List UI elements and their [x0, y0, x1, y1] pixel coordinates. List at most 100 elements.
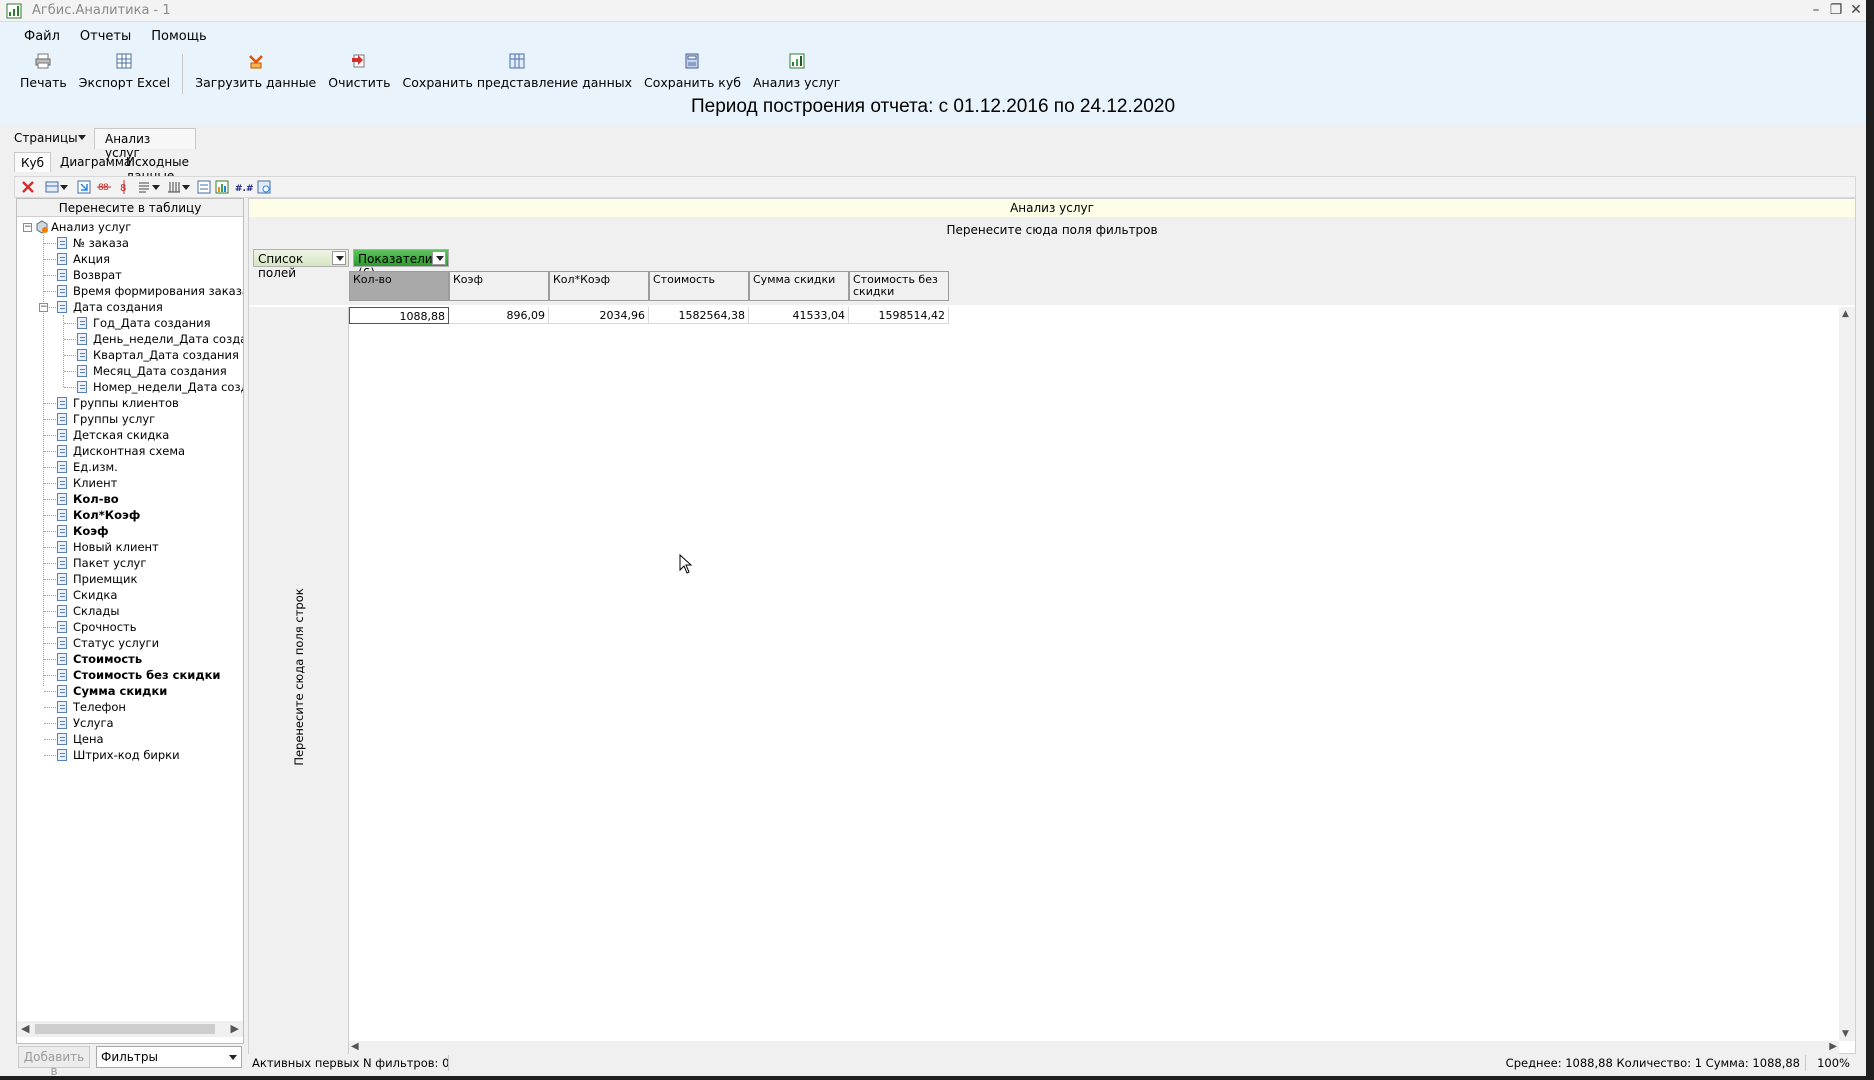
table-cell[interactable]: 1598514,42: [849, 307, 949, 324]
menu-reports[interactable]: Отчеты: [70, 26, 141, 46]
scroll-left-icon[interactable]: ◀: [21, 1022, 29, 1035]
totals-icon[interactable]: [197, 180, 211, 194]
tree-guide-line: [44, 579, 56, 580]
tree-guide-line: [44, 563, 56, 564]
chevron-down-icon: [78, 135, 86, 140]
tree-field-label: Склады: [73, 604, 120, 618]
delete-icon[interactable]: [21, 180, 35, 194]
restore-button[interactable]: ❐: [1826, 1, 1846, 19]
tab-service-analysis[interactable]: Анализ услуг: [94, 128, 196, 160]
scroll-down-icon[interactable]: ▼: [1842, 1029, 1849, 1039]
tree-guide-line: [44, 291, 56, 292]
save-view-button[interactable]: Сохранить представление данных: [397, 50, 638, 90]
pivot-grid: Анализ услуг Перенесите сюда поля фильтр…: [248, 198, 1856, 1055]
clear-button[interactable]: Очистить: [322, 50, 396, 90]
chevron-down-icon[interactable]: [151, 180, 161, 194]
collapse-date-toggle[interactable]: −: [39, 303, 48, 312]
field-list-hscroll[interactable]: ◀ ▶: [17, 1021, 243, 1037]
tree-guide-line: [63, 315, 64, 387]
load-data-button[interactable]: Загрузить данные: [189, 50, 322, 90]
excel-export-icon: [116, 53, 132, 69]
tree-guide-line: [64, 387, 76, 388]
tree-guide-line: [44, 691, 56, 692]
tree-field-label: Приемщик: [73, 572, 138, 586]
field-icon: [57, 701, 67, 713]
field-icon: [57, 573, 67, 585]
close-window-button[interactable]: ✕: [1846, 1, 1866, 19]
tab-source-data[interactable]: Исходные данные: [120, 152, 195, 183]
column-header[interactable]: Кол*Коэф: [549, 271, 649, 301]
field-icon: [57, 717, 67, 729]
table-cell[interactable]: 1088,88: [349, 307, 449, 324]
grid-hscroll[interactable]: ◀ ▶: [349, 1041, 1839, 1055]
print-button[interactable]: Печать: [14, 50, 73, 90]
table-cell[interactable]: 1582564,38: [649, 307, 749, 324]
add-to-button[interactable]: Добавить в: [18, 1046, 90, 1076]
tree-guide-line: [64, 323, 76, 324]
cube-toolbar: 88 8 #.#: [14, 176, 1856, 198]
row-drop-zone[interactable]: Перенесите сюда поля строк: [249, 307, 349, 1055]
sort-icon[interactable]: 88: [97, 180, 111, 194]
field-icon: [57, 285, 67, 297]
tree-subfield-label: Месяц_Дата создания: [93, 364, 227, 378]
export-excel-button[interactable]: Экспорт Excel: [73, 50, 176, 90]
minimize-button[interactable]: –: [1806, 1, 1826, 19]
tree-field-label: № заказа: [73, 236, 129, 250]
table-cell[interactable]: 896,09: [449, 307, 549, 324]
grid-vscroll[interactable]: ▲ ▼: [1839, 307, 1855, 1041]
table-cell[interactable]: 2034,96: [549, 307, 649, 324]
column-header[interactable]: Стоимость: [649, 271, 749, 301]
tree-guide-line: [44, 531, 56, 532]
tree-guide-line: [44, 547, 56, 548]
save-view-icon: [509, 53, 525, 69]
column-header[interactable]: Стоимость без скидки: [849, 271, 949, 301]
status-bar: Активных первых N фильтров: 0 Среднее: 1…: [248, 1054, 1856, 1072]
columns-icon[interactable]: [167, 180, 181, 194]
tree-guide-line: [44, 643, 56, 644]
column-header[interactable]: Коэф: [449, 271, 549, 301]
tree-field-label: Группы клиентов: [73, 396, 179, 410]
menu-file[interactable]: Файл: [14, 26, 70, 46]
chevron-down-icon[interactable]: [181, 180, 191, 194]
sort-desc-icon[interactable]: 8: [117, 180, 131, 194]
tree-subfield-label: Квартал_Дата создания: [93, 348, 239, 362]
menu-help[interactable]: Помощь: [141, 26, 216, 46]
field-icon: [57, 669, 67, 681]
field-icon: [77, 317, 87, 329]
window-title: Агбис.Аналитика - 1: [32, 3, 171, 18]
number-format-icon[interactable]: #.#: [235, 180, 253, 194]
tree-field-label: Штрих-код бирки: [73, 748, 180, 762]
chevron-down-icon[interactable]: [59, 180, 69, 194]
printer-icon: [35, 53, 51, 69]
measures-button[interactable]: Показатели (6): [353, 249, 449, 280]
tree-guide-line: [44, 435, 56, 436]
column-header[interactable]: Сумма скидки: [749, 271, 849, 301]
svg-text:8: 8: [120, 183, 126, 194]
filter-drop-zone[interactable]: Перенесите сюда поля фильтров: [249, 217, 1855, 245]
tab-cube[interactable]: Куб: [14, 152, 52, 172]
collapse-root-toggle[interactable]: −: [23, 223, 32, 232]
filter-target-select[interactable]: Фильтры: [96, 1046, 242, 1068]
align-icon[interactable]: [137, 180, 151, 194]
save-cube-button[interactable]: Сохранить куб: [638, 50, 747, 90]
scroll-up-icon[interactable]: ▲: [1842, 309, 1849, 319]
svg-text:#.#: #.#: [235, 184, 253, 194]
field-list-button[interactable]: Список полей: [253, 249, 349, 280]
tree-field-label: Скидка: [73, 588, 118, 602]
scroll-thumb[interactable]: [35, 1024, 215, 1034]
scroll-right-icon[interactable]: ▶: [231, 1022, 239, 1035]
table-cell[interactable]: 41533,04: [749, 307, 849, 324]
settings-icon[interactable]: [257, 180, 271, 194]
expand-icon[interactable]: [77, 180, 91, 194]
field-icon: [57, 445, 67, 457]
chart-icon[interactable]: [215, 180, 229, 194]
service-analysis-button[interactable]: Анализ услуг: [747, 50, 846, 90]
column-header[interactable]: Кол-во: [349, 271, 449, 301]
field-tree: − Анализ услуг № заказа Акция Возврат Время…: [17, 219, 243, 1019]
scroll-right-icon[interactable]: ▶: [1829, 1041, 1837, 1052]
layout-icon[interactable]: [45, 180, 59, 194]
pages-dropdown[interactable]: Страницы: [10, 128, 90, 148]
scroll-left-icon[interactable]: ◀: [351, 1041, 359, 1052]
field-icon: [57, 477, 67, 489]
field-icon: [57, 525, 67, 537]
